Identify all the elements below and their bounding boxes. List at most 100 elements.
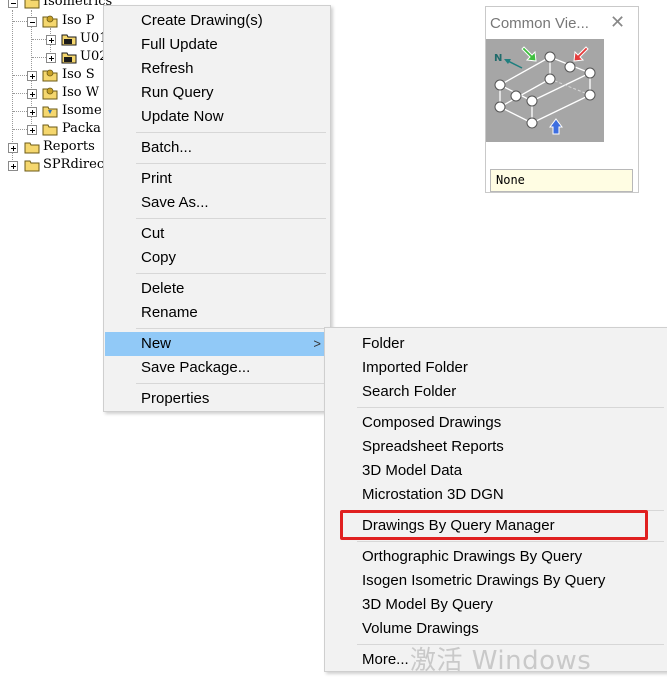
submenu-item-3d-model-by-query[interactable]: 3D Model By Query [326,593,667,617]
menu-item-rename[interactable]: Rename [105,301,329,325]
menu-item-copy[interactable]: Copy [105,246,329,270]
submenu-item-label: Isogen Isometric Drawings By Query [362,572,606,589]
context-menu: Create Drawing(s) Full Update Refresh Ru… [103,5,331,412]
menu-item-label: Delete [141,280,185,297]
menu-separator [357,541,664,542]
view-cube-icon[interactable]: N [486,39,604,142]
submenu-item-label: Search Folder [362,383,457,400]
tree-item-label: Packa [62,121,101,136]
tree-item-label: Reports [43,139,95,154]
tree-item-label: Isome [62,103,102,118]
close-icon[interactable]: ✕ [610,12,625,33]
menu-item-full-update[interactable]: Full Update [105,33,329,57]
menu-item-label: Rename [141,304,198,321]
folder-icon [42,69,58,82]
submenu-item-microstation-3d-dgn[interactable]: Microstation 3D DGN [326,483,667,507]
menu-item-new[interactable]: New > [105,332,329,356]
tree-line [32,39,46,40]
tree-line [13,21,27,22]
menu-separator [136,132,326,133]
tree-line [32,57,46,58]
menu-item-create-drawings[interactable]: Create Drawing(s) [105,9,329,33]
submenu-item-composed-drawings[interactable]: Composed Drawings [326,411,667,435]
expander-plus-icon[interactable] [8,143,18,153]
expander-plus-icon[interactable] [27,71,37,81]
folder-open-icon [42,15,58,28]
submenu-item-label: Microstation 3D DGN [362,486,504,503]
expander-minus-icon[interactable] [27,17,37,27]
submenu-item-label: 3D Model Data [362,462,463,479]
tree-item-label: Iso S [62,67,95,82]
menu-item-label: Properties [141,390,210,407]
menu-item-label: Save As... [141,194,209,211]
expander-minus-icon[interactable] [8,0,18,8]
menu-item-label: Save Package... [141,359,251,376]
menu-item-cut[interactable]: Cut [105,222,329,246]
menu-item-label: Batch... [141,139,192,156]
tree-item-label: Iso P [62,13,95,28]
folder-icon [24,160,40,172]
expander-plus-icon[interactable] [46,35,56,45]
menu-separator [357,407,664,408]
submenu-item-label: More... [362,651,409,668]
common-views-panel: Common Vie... ✕ N None [485,6,639,193]
submenu-item-label: Folder [362,335,405,352]
menu-item-label: Run Query [141,84,214,101]
menu-separator [136,163,326,164]
folder-open-icon [24,0,40,9]
submenu-item-spreadsheet-reports[interactable]: Spreadsheet Reports [326,435,667,459]
expander-plus-icon[interactable] [27,125,37,135]
submenu-item-label: Spreadsheet Reports [362,438,504,455]
submenu-item-label: 3D Model By Query [362,596,493,613]
folder-icon [42,124,58,136]
new-submenu: Folder Imported Folder Search Folder Com… [324,327,667,672]
menu-item-label: Full Update [141,36,218,53]
view-select-field[interactable]: None [490,169,633,192]
menu-item-label: New [141,335,172,352]
submenu-item-isogen-isometric-drawings-by-query[interactable]: Isogen Isometric Drawings By Query [326,569,667,593]
tree-item-label: Iso W [62,85,100,100]
submenu-item-imported-folder[interactable]: Imported Folder [326,356,667,380]
folder-icon [24,142,40,154]
folder-icon [42,87,58,100]
menu-item-print[interactable]: Print [105,167,329,191]
menu-item-save-as[interactable]: Save As... [105,191,329,215]
menu-separator [136,218,326,219]
menu-item-refresh[interactable]: Refresh [105,57,329,81]
submenu-item-search-folder[interactable]: Search Folder [326,380,667,404]
tree-line [13,111,27,112]
submenu-arrow-icon: > [313,336,321,351]
tree-line [13,75,27,76]
menu-item-label: Cut [141,225,165,242]
expander-plus-icon[interactable] [46,53,56,63]
folder-icon [42,106,58,118]
submenu-item-volume-drawings[interactable]: Volume Drawings [326,617,667,641]
submenu-item-label: Volume Drawings [362,620,479,637]
menu-item-update-now[interactable]: Update Now [105,105,329,129]
menu-item-label: Copy [141,249,177,266]
menu-item-properties[interactable]: Properties [105,387,329,411]
menu-item-run-query[interactable]: Run Query [105,81,329,105]
submenu-item-3d-model-data[interactable]: 3D Model Data [326,459,667,483]
expander-plus-icon[interactable] [8,161,18,171]
menu-item-label: Create Drawing(s) [141,12,263,29]
expander-plus-icon[interactable] [27,107,37,117]
menu-item-label: Print [141,170,172,187]
submenu-item-label: Imported Folder [362,359,468,376]
menu-item-delete[interactable]: Delete [105,277,329,301]
activation-watermark: 激活 Windows [410,646,592,676]
north-label: N [494,53,502,64]
tree-item-label: Isometrics [43,0,113,9]
tree-line [13,129,27,130]
menu-separator [136,273,326,274]
tree-item-label: SPRdirec [43,157,105,172]
submenu-item-folder[interactable]: Folder [326,332,667,356]
annotation-highlight-box [340,510,648,540]
common-views-title: Common Vie... [490,15,589,32]
menu-item-save-package[interactable]: Save Package... [105,356,329,380]
expander-plus-icon[interactable] [27,89,37,99]
menu-item-batch[interactable]: Batch... [105,136,329,160]
menu-item-label: Update Now [141,108,224,125]
submenu-item-orthographic-drawings-by-query[interactable]: Orthographic Drawings By Query [326,545,667,569]
menu-item-label: Refresh [141,60,194,77]
